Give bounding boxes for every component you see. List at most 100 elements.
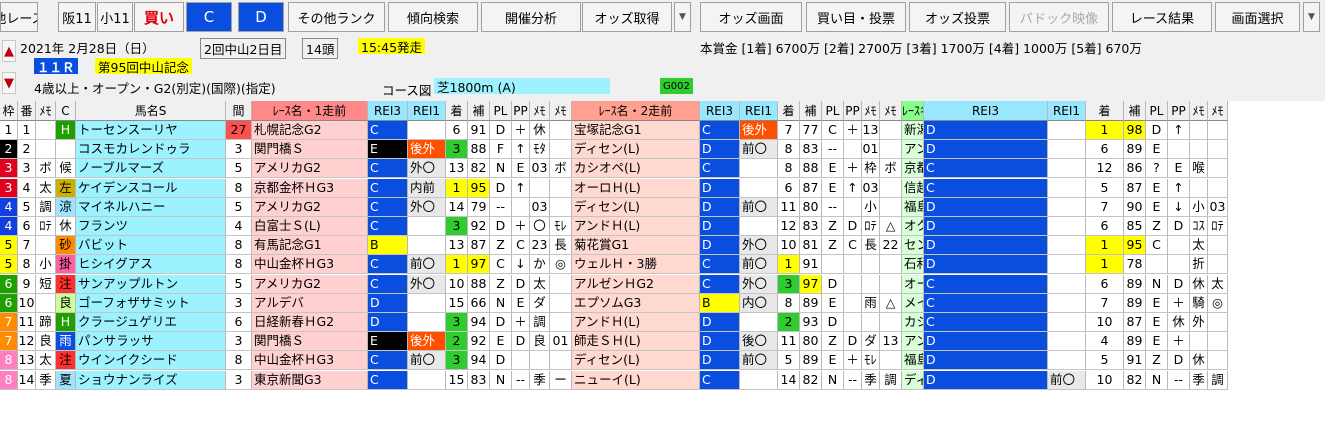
column-header[interactable]: 枠 [0,101,18,121]
finish-position: 1 [1086,236,1124,256]
rei1-position: 前〇 [408,255,446,275]
rei3-rank: C [700,274,740,294]
finish-position: 8 [778,293,800,313]
column-header[interactable]: REI3 [368,101,408,121]
column-header[interactable]: C [56,101,76,121]
memo-cell: ボ [36,159,56,179]
column-header[interactable]: 間 [226,101,252,121]
memo-cell: ↑ [1168,121,1190,140]
horse-number: 7 [18,236,36,256]
toolbar-button[interactable]: オッズ投票 [909,2,1006,32]
finish-position: 12 [778,217,800,236]
column-header[interactable]: ﾚｰｽ名・3走前 [902,101,924,121]
memo-cell: ﾓﾚ [862,351,880,371]
frame-number: 3 [0,178,18,198]
column-header[interactable]: ﾚｰｽ名・1走前 [252,101,368,121]
column-header[interactable]: 補 [800,101,822,121]
column-header[interactable]: REI1 [1048,101,1086,121]
toolbar-button[interactable]: 小11 [97,2,133,32]
memo-cell: ＋ [844,351,862,371]
rei1-position [1048,178,1086,198]
toolbar-button[interactable]: 傾向検索 [388,2,478,32]
toolbar-button[interactable]: D [238,2,284,32]
memo-cell: 太 [530,274,550,294]
column-header[interactable]: 馬名S [76,101,226,121]
rei3-rank: C [700,370,740,390]
column-header[interactable]: ﾒﾓ [36,101,56,121]
memo-cell: ＋ [844,159,862,179]
past-race-name: ディセン(L) [572,351,700,371]
column-header[interactable]: ﾒﾓ [862,101,880,121]
course-map-link[interactable]: コース図 [382,80,431,99]
horse-number: 14 [18,370,36,390]
rei3-rank: C [368,121,408,140]
memo-cell: E [1146,197,1168,217]
column-header[interactable]: ﾒﾓ [880,101,902,121]
memo-cell: D [490,351,512,371]
memo-cell [36,121,56,140]
rei1-position [1048,313,1086,332]
memo-cell [1208,140,1228,160]
column-header[interactable]: REI3 [924,101,1048,121]
finish-position: 10 [1086,313,1124,332]
column-header[interactable]: ﾒﾓ [530,101,550,121]
horse-name: ウインイクシード [76,351,226,371]
rei1-position: 後〇 [740,332,778,352]
column-header[interactable]: ﾚｰｽ名・2走前 [572,101,700,121]
toolbar-button[interactable]: パドック映像 [1009,2,1109,32]
toolbar-button[interactable]: 開催分析 [481,2,581,32]
toolbar-button[interactable]: 他レース [0,2,38,32]
memo-cell: N [490,370,512,390]
column-header[interactable]: 番 [18,101,36,121]
correction-index: 89 [800,351,822,371]
column-header[interactable]: REI1 [740,101,778,121]
interval: 27 [226,121,252,140]
toolbar-button[interactable]: オッズ取得 [582,2,672,32]
past-race-name: 信越ＳＨ(L) [902,178,924,198]
column-header[interactable]: 着 [778,101,800,121]
column-header[interactable]: PL [1146,101,1168,121]
column-header[interactable]: ﾒﾓ [1190,101,1208,121]
column-header[interactable]: REI1 [408,101,446,121]
toolbar-button[interactable]: 阪11 [58,2,96,32]
horse-number: 9 [18,274,36,294]
column-header[interactable]: PP [1168,101,1190,121]
horse-name: ゴーフォザサミット [76,293,226,313]
column-header[interactable]: PL [490,101,512,121]
toolbar-button[interactable]: その他ランク [288,2,385,32]
column-header[interactable]: 着 [1086,101,1124,121]
column-header[interactable]: ﾒﾓ [1208,101,1228,121]
memo-cell [844,255,862,275]
correction-index: 94 [468,313,490,332]
finish-position: 3 [446,313,468,332]
memo-cell: 小 [862,197,880,217]
column-header[interactable]: ﾒﾓ [550,101,572,121]
memo-cell: -- [512,370,530,390]
column-header[interactable]: 着 [446,101,468,121]
column-header[interactable]: REI3 [700,101,740,121]
column-header[interactable]: PL [822,101,844,121]
prev-race-arrow-icon[interactable]: ▲ [2,40,16,62]
next-race-arrow-icon[interactable]: ▼ [2,72,16,94]
toolbar-button[interactable]: 画面選択 [1215,2,1300,32]
toolbar-button[interactable]: C [186,2,232,32]
memo-cell: C [1146,236,1168,256]
rei1-position [740,217,778,236]
toolbar-button[interactable]: 買い目・投票 [806,2,906,32]
toolbar-button[interactable]: レース結果 [1112,2,1212,32]
horse-name: ヒシイグアス [76,255,226,275]
chevron-down-icon[interactable]: ▼ [1303,2,1320,32]
column-header[interactable]: PP [844,101,862,121]
column-header[interactable]: 補 [468,101,490,121]
column-header[interactable]: PP [512,101,530,121]
finish-position: 12 [1086,159,1124,179]
correction-index: 94 [468,351,490,371]
toolbar-button[interactable]: 買い [134,2,184,32]
toolbar-button[interactable]: オッズ画面 [700,2,802,32]
memo-cell: E [822,351,844,371]
memo-cell [880,178,902,198]
chevron-down-icon[interactable]: ▼ [674,2,691,32]
column-header[interactable]: 補 [1124,101,1146,121]
course-distance: 芝1800m (A) [434,78,610,95]
memo-cell: D [822,313,844,332]
